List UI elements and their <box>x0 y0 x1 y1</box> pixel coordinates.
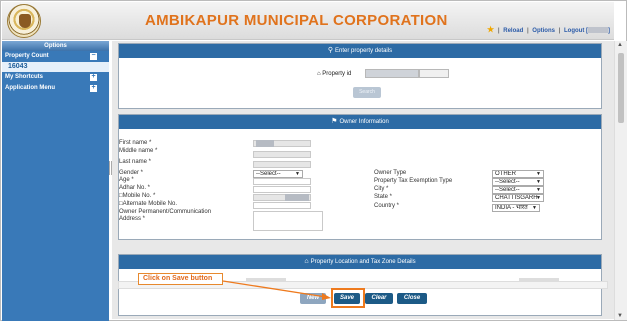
search-icon: ⚲ <box>327 47 334 54</box>
owner-type-label: Owner Type <box>374 170 407 176</box>
close-button[interactable]: Close <box>397 293 427 304</box>
sidebar-item-label: Property Count <box>5 53 49 59</box>
expand-icon[interactable]: + <box>90 84 97 92</box>
address-label-line2: Address * <box>119 216 146 222</box>
property-id-field-tail[interactable] <box>419 69 449 78</box>
chevron-down-icon: ▼ <box>295 171 300 177</box>
age-field[interactable] <box>253 178 311 185</box>
chevron-down-icon: ▼ <box>536 171 541 177</box>
mobile-label: □Mobile No. * <box>119 193 156 199</box>
clear-button[interactable]: Clear <box>365 293 393 304</box>
city-label: City * <box>374 186 389 192</box>
state-label: State * <box>374 194 393 200</box>
adhar-label: Adhar No. * <box>119 185 151 191</box>
address-textarea[interactable] <box>253 211 323 231</box>
chevron-down-icon: ▼ <box>536 195 541 201</box>
redacted-username <box>588 27 608 33</box>
alternate-mobile-label: □Alternate Mobile No. <box>119 201 177 207</box>
middle-name-label: Middle name * <box>119 148 158 154</box>
reload-link[interactable]: Reload <box>503 28 523 34</box>
sidebar-item-my-shortcuts[interactable]: My Shortcuts + <box>2 72 109 83</box>
scroll-down-icon[interactable]: ▼ <box>617 313 623 319</box>
last-name-field[interactable] <box>253 161 311 168</box>
options-link[interactable]: Options <box>532 28 555 34</box>
adhar-field[interactable] <box>253 186 311 193</box>
sidebar-item-property-count[interactable]: Property Count − <box>2 51 109 62</box>
favorite-star-icon[interactable]: ★ <box>487 25 494 34</box>
app-title: AMBIKAPUR MUNICIPAL CORPORATION <box>145 12 448 29</box>
gender-label: Gender * <box>119 170 144 176</box>
collapse-icon[interactable]: − <box>90 52 97 60</box>
first-name-label: First name * <box>119 140 152 146</box>
redacted-mobile <box>285 194 309 201</box>
country-label: Country * <box>374 203 400 209</box>
property-id-label: ⌂ Property id <box>317 71 352 77</box>
state-select[interactable]: CHATTISGARH ▼ <box>492 194 544 202</box>
owner-type-select[interactable]: OTHER ▼ <box>492 170 544 178</box>
scroll-thumb[interactable] <box>618 53 624 123</box>
middle-name-field[interactable] <box>253 151 311 158</box>
chevron-down-icon: ▼ <box>536 179 541 185</box>
expand-icon[interactable]: + <box>90 73 97 81</box>
save-button-highlight <box>331 288 365 308</box>
panel-header: ⌂ Property Location and Tax Zone Details <box>119 255 601 269</box>
new-button[interactable]: New <box>300 293 326 304</box>
municipal-emblem-logo <box>7 4 41 38</box>
gender-select[interactable]: --Select-- ▼ <box>253 170 303 178</box>
property-id-field[interactable] <box>365 69 419 78</box>
vertical-scrollbar[interactable]: ▲ ▼ <box>614 41 627 320</box>
sidebar-item-label: My Shortcuts <box>5 74 44 80</box>
chevron-down-icon: ▼ <box>536 187 541 193</box>
panel-header: ⚑ Owner Information <box>119 115 601 129</box>
sidebar-item-label: Application Menu <box>5 85 55 91</box>
sidebar: Options Property Count − 16043 My Shortc… <box>2 41 109 321</box>
browser-frame: AMBIKAPUR MUNICIPAL CORPORATION ★ | Relo… <box>0 0 627 321</box>
country-select[interactable]: INDIA - भारत ▼ <box>492 204 540 212</box>
alternate-mobile-field[interactable] <box>253 202 311 209</box>
top-links: ★ | Reload | Options | Logout [] <box>487 25 610 34</box>
owner-information-panel: ⚑ Owner Information First name * Middle n… <box>118 114 602 240</box>
tax-exemption-select[interactable]: --Select-- ▼ <box>492 178 544 186</box>
panel-header: ⚲ Enter property details <box>119 44 601 58</box>
logout-link[interactable]: Logout [ <box>564 28 588 34</box>
address-label-line1: Owner Permanent/Communication <box>119 209 212 215</box>
tax-exemption-label: Property Tax Exemption Type <box>374 178 453 184</box>
enter-property-panel: ⚲ Enter property details ⌂ Property id Se… <box>118 43 602 109</box>
city-select[interactable]: --Select-- ▼ <box>492 186 544 194</box>
app-header: AMBIKAPUR MUNICIPAL CORPORATION ★ | Relo… <box>2 2 614 40</box>
tutorial-callout: Click on Save button <box>138 273 223 285</box>
home-icon: ⌂ <box>304 258 309 265</box>
last-name-label: Last name * <box>119 159 152 165</box>
home-icon: ⌂ <box>317 71 321 77</box>
sidebar-options-title: Options <box>2 41 109 51</box>
property-count-value: 16043 <box>2 62 109 72</box>
search-button[interactable]: Search <box>353 87 381 98</box>
user-icon: ⚑ <box>331 118 338 125</box>
chevron-down-icon: ▼ <box>532 205 537 211</box>
age-label: Age * <box>119 177 134 183</box>
sidebar-item-application-menu[interactable]: Application Menu + <box>2 83 109 94</box>
scroll-up-icon[interactable]: ▲ <box>617 42 623 48</box>
redacted-first-name <box>256 140 274 147</box>
